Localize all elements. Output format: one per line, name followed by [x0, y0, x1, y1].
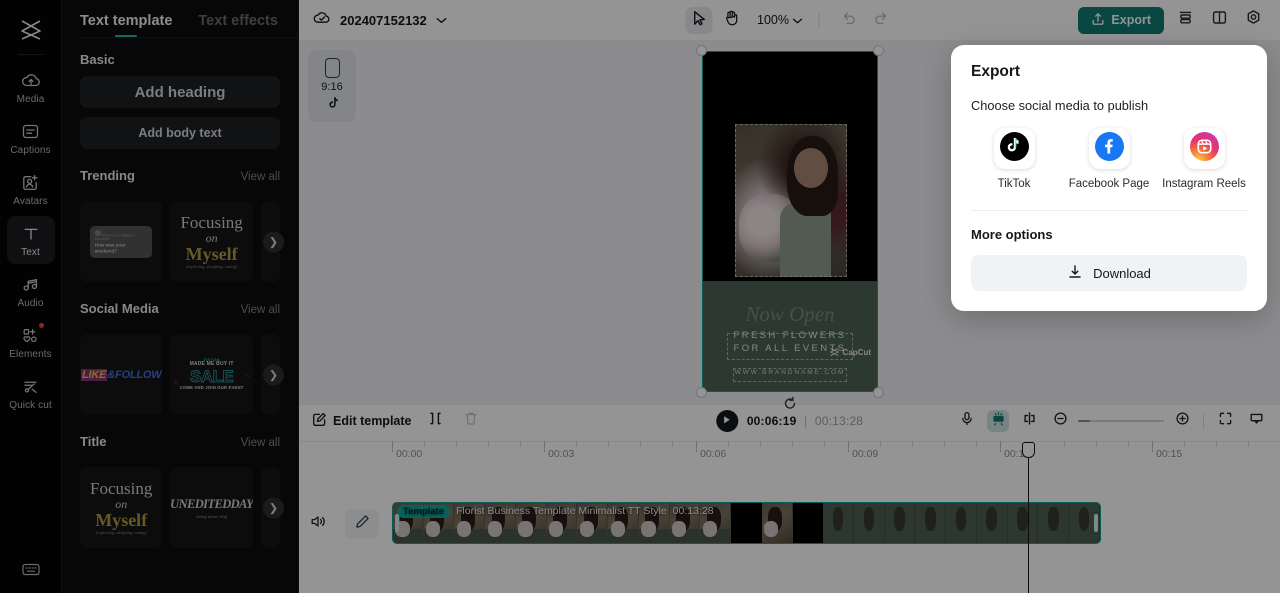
download-button-label: Download [1093, 265, 1151, 281]
capcut-editor-window: Media Captions Avatars Text Audio Elemen… [0, 0, 1280, 593]
social-option-tiktok[interactable]: TikTok [971, 128, 1057, 191]
export-dialog-title: Export [971, 63, 1021, 80]
tiktok-tile [993, 128, 1035, 169]
more-options-title: More options [971, 227, 1053, 242]
social-option-label: Facebook Page [1068, 178, 1150, 190]
download-button[interactable]: Download [971, 255, 1247, 291]
dialog-divider [971, 210, 1247, 211]
social-option-instagram-reels[interactable]: Instagram Reels [1161, 128, 1247, 191]
export-dialog: Export Choose social media to publish Ti… [951, 45, 1267, 311]
facebook-icon [1094, 131, 1124, 166]
instagram-reels-icon [1189, 131, 1219, 166]
facebook-tile [1088, 128, 1130, 169]
download-icon [1067, 264, 1083, 283]
social-option-facebook-page[interactable]: Facebook Page [1066, 128, 1152, 191]
social-option-label: Instagram Reels [1162, 178, 1246, 190]
social-media-options: TikTok Facebook Page Instagram Reels [971, 128, 1247, 191]
export-dialog-subtitle: Choose social media to publish [971, 98, 1149, 113]
instagram-tile [1183, 128, 1225, 169]
tiktok-icon [999, 131, 1029, 166]
social-option-label: TikTok [997, 178, 1031, 190]
